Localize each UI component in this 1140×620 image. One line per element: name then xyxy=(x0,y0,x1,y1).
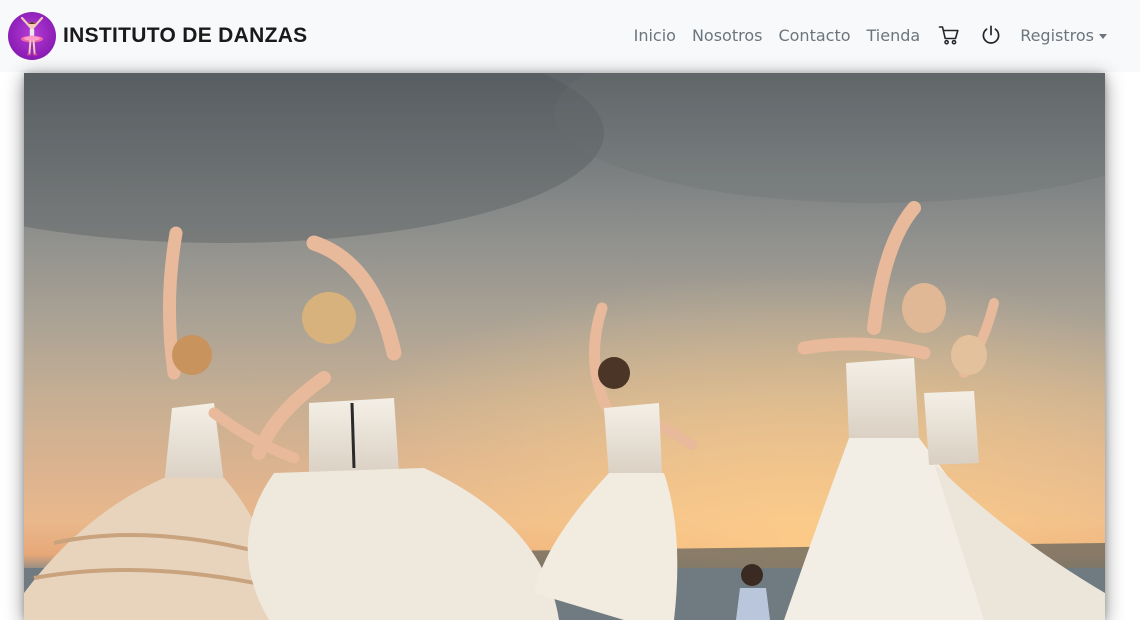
nav-link-nosotros[interactable]: Nosotros xyxy=(684,26,771,45)
nav-link-inicio[interactable]: Inicio xyxy=(626,26,684,45)
hero-image xyxy=(24,73,1105,620)
cart-icon xyxy=(938,26,959,45)
nav-link-contacto[interactable]: Contacto xyxy=(770,26,858,45)
power-icon xyxy=(982,25,1000,44)
caret-down-icon xyxy=(1099,33,1107,39)
brand-link[interactable]: INSTITUTO DE DANZAS xyxy=(8,10,307,62)
cart-button[interactable] xyxy=(928,24,970,46)
brand-title: INSTITUTO DE DANZAS xyxy=(63,24,308,47)
navbar: INSTITUTO DE DANZAS Inicio Nosotros Cont… xyxy=(0,0,1140,72)
nav-link-tienda[interactable]: Tienda xyxy=(859,26,929,45)
registros-label: Registros xyxy=(1020,25,1094,45)
main-nav: Inicio Nosotros Contacto Tienda Registro… xyxy=(626,0,1115,70)
registros-dropdown[interactable]: Registros xyxy=(1012,26,1115,45)
ballerina-logo-icon xyxy=(8,12,56,60)
power-button[interactable] xyxy=(970,24,1012,46)
